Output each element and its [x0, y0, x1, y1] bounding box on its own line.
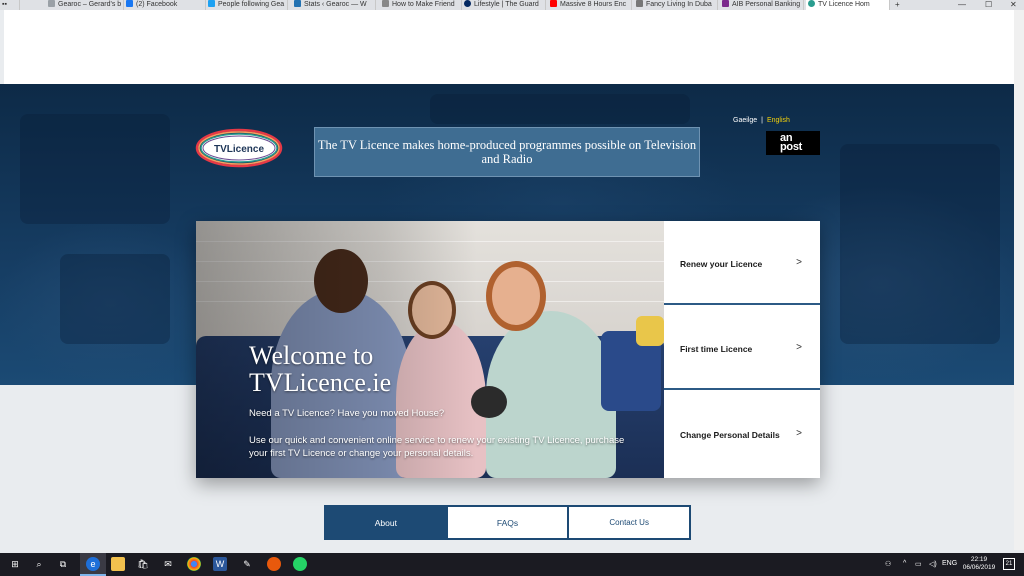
- tab-favicon-icon: [48, 0, 55, 7]
- facebook-icon: [126, 0, 133, 7]
- new-tab-button[interactable]: +: [895, 0, 900, 9]
- browser-tab[interactable]: AIB Personal Banking: [720, 0, 804, 10]
- tab-favicon-icon: [636, 0, 643, 7]
- windows-taskbar: ⊞ ⌕ ⧉ e 🛍 ✉ W ✎ ⚇ ^ ▭ ◁) ENG 22:19 06/06…: [0, 553, 1024, 576]
- welcome-card: Welcome to TVLicence.ie Need a TV Licenc…: [196, 221, 820, 478]
- logo-text: TVLicence: [214, 144, 264, 155]
- lang-irish-link[interactable]: Gaeilge: [733, 117, 757, 124]
- window-menu-icon[interactable]: ▪▪: [0, 0, 20, 10]
- browser-tab[interactable]: Stats ‹ Gearoc — W: [292, 0, 376, 10]
- action-label: Change Personal Details: [680, 430, 780, 440]
- renew-licence-button[interactable]: Renew your Licence >: [664, 221, 820, 305]
- people-icon[interactable]: ⚇: [885, 560, 891, 568]
- nav-faqs-tab[interactable]: FAQs: [448, 507, 570, 538]
- lang-separator: |: [761, 117, 763, 124]
- browser-tab[interactable]: Fancy Living In Duba: [634, 0, 718, 10]
- browser-tab[interactable]: People following Gea: [206, 0, 288, 10]
- tv-licence-logo[interactable]: TVLicence: [195, 128, 283, 168]
- search-icon[interactable]: ⌕: [32, 557, 46, 571]
- action-label: Renew your Licence: [680, 259, 763, 269]
- maximize-button[interactable]: ☐: [985, 0, 992, 9]
- browser-tab[interactable]: How to Make Friend: [380, 0, 462, 10]
- network-icon[interactable]: ▭: [915, 560, 922, 568]
- hero-title: Welcome to TVLicence.ie: [249, 341, 392, 397]
- browser-tab[interactable]: Gearoc – Gerard's b: [46, 0, 124, 10]
- browser-tab[interactable]: (2) Facebook: [124, 0, 206, 10]
- tab-favicon-icon: [808, 0, 815, 7]
- whatsapp-icon[interactable]: [293, 557, 307, 571]
- paint-icon[interactable]: ✎: [240, 557, 254, 571]
- volume-icon[interactable]: ◁): [929, 560, 937, 568]
- first-time-licence-button[interactable]: First time Licence >: [664, 306, 820, 390]
- twitter-icon: [208, 0, 215, 7]
- minimize-button[interactable]: —: [958, 0, 966, 9]
- clock-date: 06/06/2019: [962, 564, 996, 571]
- an-post-logo[interactable]: an post: [766, 131, 820, 155]
- header-banner: The TV Licence makes home-produced progr…: [314, 127, 700, 177]
- browser-tab[interactable]: Lifestyle | The Guard: [462, 0, 546, 10]
- nav-contact-tab[interactable]: Contact Us: [569, 507, 689, 538]
- close-window-button[interactable]: ✕: [1010, 0, 1017, 9]
- nav-about-tab[interactable]: About: [326, 507, 448, 538]
- wordpress-icon: [294, 0, 301, 7]
- chrome-icon[interactable]: [187, 557, 201, 571]
- browser-toolbar: [4, 10, 1014, 84]
- tab-favicon-icon: [382, 0, 389, 7]
- bottom-nav: About FAQs Contact Us: [324, 505, 691, 540]
- app-icon[interactable]: [267, 557, 281, 571]
- browser-tab-active[interactable]: TV Licence Hom: [806, 0, 890, 10]
- edge-browser-icon[interactable]: e: [86, 557, 100, 571]
- word-icon[interactable]: W: [213, 557, 227, 571]
- action-label: First time Licence: [680, 344, 753, 354]
- actions-panel: Renew your Licence > First time Licence …: [664, 221, 820, 478]
- browser-tab[interactable]: Massive 8 Hours Enc: [548, 0, 632, 10]
- guardian-icon: [464, 0, 471, 7]
- lang-english-link[interactable]: English: [767, 117, 790, 124]
- language-switcher: Gaeilge | English: [733, 117, 790, 124]
- aib-icon: [722, 0, 729, 7]
- mail-icon[interactable]: ✉: [161, 557, 175, 571]
- file-explorer-icon[interactable]: [111, 557, 125, 571]
- change-details-button[interactable]: Change Personal Details >: [664, 392, 820, 476]
- an-post-logo-line2: post: [780, 141, 803, 153]
- start-windows-icon[interactable]: ⊞: [8, 557, 22, 571]
- chevron-up-icon[interactable]: ^: [903, 560, 906, 567]
- browser-tab-strip: ▪▪ Gearoc – Gerard's b (2) Facebook Peop…: [0, 0, 1024, 10]
- chevron-right-icon: >: [796, 257, 802, 268]
- page-scrollbar[interactable]: [1014, 10, 1024, 550]
- store-icon[interactable]: 🛍: [136, 557, 150, 571]
- youtube-icon: [550, 0, 557, 7]
- clock-time: 22:19: [970, 556, 988, 563]
- notifications-icon[interactable]: 21: [1003, 558, 1015, 570]
- task-view-icon[interactable]: ⧉: [56, 557, 70, 571]
- keyboard-lang-indicator[interactable]: ENG: [942, 560, 957, 567]
- system-clock[interactable]: 22:19 06/06/2019: [960, 556, 998, 572]
- hero-lead: Need a TV Licence? Have you moved House?: [249, 408, 445, 419]
- chevron-right-icon: >: [796, 342, 802, 353]
- hero-description: Use our quick and convenient online serv…: [249, 435, 625, 459]
- chevron-right-icon: >: [796, 428, 802, 439]
